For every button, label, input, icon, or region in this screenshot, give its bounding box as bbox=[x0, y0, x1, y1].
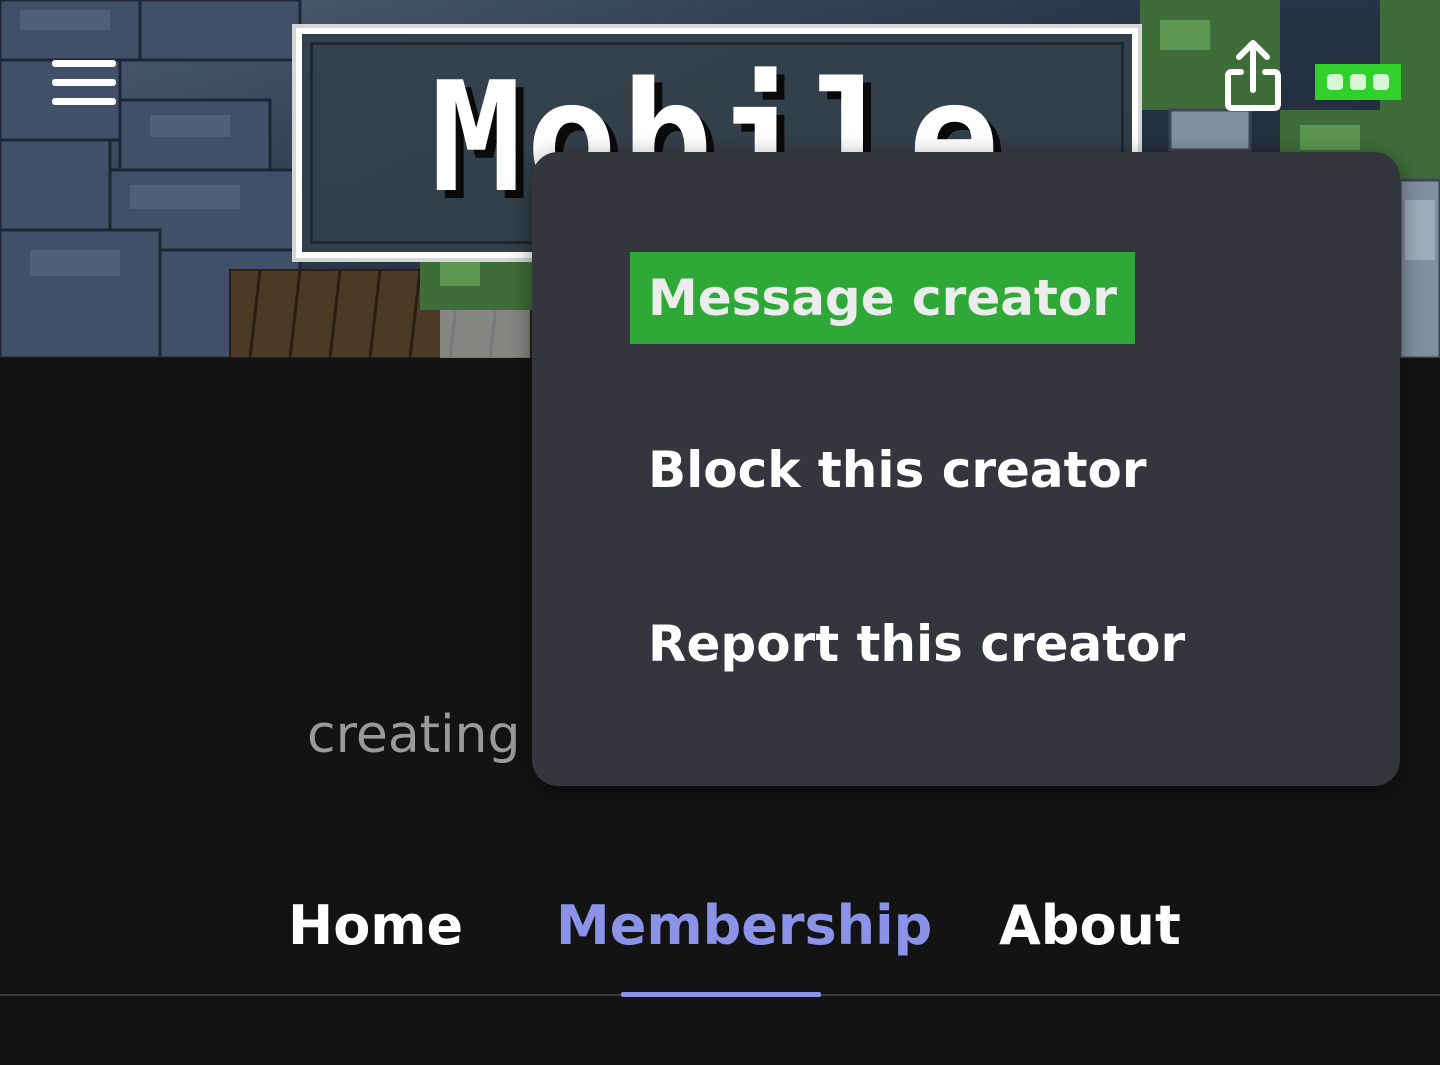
report-creator-item[interactable]: Report this creator bbox=[630, 598, 1203, 690]
tab-membership[interactable]: Membership bbox=[556, 890, 932, 962]
active-tab-indicator bbox=[621, 992, 821, 997]
tab-home[interactable]: Home bbox=[288, 890, 463, 962]
hamburger-line bbox=[52, 79, 116, 86]
more-dots-icon[interactable] bbox=[1315, 64, 1401, 100]
hamburger-menu-icon[interactable] bbox=[52, 60, 116, 106]
message-creator-item[interactable]: Message creator bbox=[630, 252, 1135, 344]
creator-page: Mobile creating Message creator Block th… bbox=[0, 0, 1440, 1065]
share-upload-icon[interactable] bbox=[1224, 38, 1282, 112]
dot bbox=[1373, 74, 1389, 90]
creator-options-menu: Message creator Block this creator Repor… bbox=[532, 152, 1400, 786]
creator-bio-text: creating bbox=[307, 705, 521, 765]
tab-about[interactable]: About bbox=[999, 890, 1181, 962]
dot bbox=[1327, 74, 1343, 90]
block-creator-item[interactable]: Block this creator bbox=[630, 424, 1165, 516]
dot bbox=[1350, 74, 1366, 90]
hamburger-line bbox=[52, 60, 116, 67]
hamburger-line bbox=[52, 98, 116, 105]
